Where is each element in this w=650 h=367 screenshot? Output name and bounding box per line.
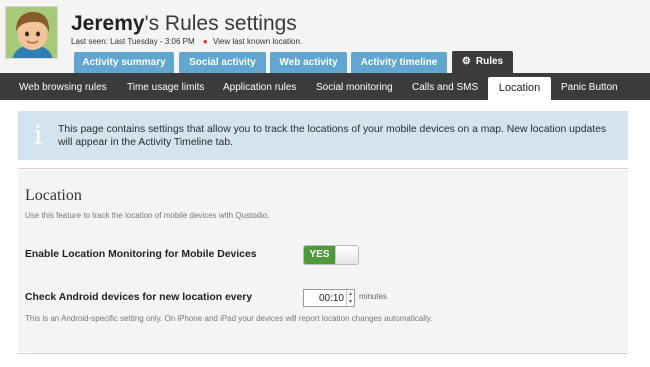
- rules-subnav: Web browsing rules Time usage limits App…: [0, 73, 650, 100]
- divider-top: [18, 168, 628, 169]
- subtab-web-browsing-rules[interactable]: Web browsing rules: [19, 73, 107, 100]
- toggle-yes-label: YES: [304, 246, 335, 264]
- view-location-link[interactable]: View last known location.: [213, 37, 302, 46]
- last-seen-text: Last seen: Last Tuesday - 3:06 PM: [71, 37, 195, 46]
- subtab-location[interactable]: Location: [488, 77, 551, 100]
- enable-location-label: Enable Location Monitoring for Mobile De…: [25, 249, 257, 260]
- info-text: This page contains settings that allow y…: [58, 124, 607, 148]
- subtab-panic-button[interactable]: Panic Button: [561, 73, 618, 100]
- gear-icon: ⚙: [461, 56, 471, 67]
- page-title: Jeremy's Rules settings: [71, 12, 297, 36]
- section-title: Location: [25, 187, 82, 204]
- child-avatar-image: [6, 7, 57, 58]
- interval-unit: minutes: [359, 292, 388, 301]
- interval-stepper: ▲ ▼: [303, 289, 355, 307]
- divider-bottom: [18, 353, 628, 354]
- tab-social-activity[interactable]: Social activity: [179, 52, 266, 73]
- tab-rules[interactable]: ⚙ Rules: [452, 51, 513, 73]
- location-section: Location Use this feature to track the l…: [18, 170, 628, 352]
- tab-web-activity[interactable]: Web activity: [270, 52, 347, 73]
- subtab-calls-and-sms[interactable]: Calls and SMS: [412, 73, 478, 100]
- tab-rules-label: Rules: [475, 56, 504, 67]
- chevron-down-icon[interactable]: ▼: [347, 298, 354, 306]
- subtab-social-monitoring[interactable]: Social monitoring: [316, 73, 393, 100]
- check-interval-label: Check Android devices for new location e…: [25, 292, 253, 303]
- section-description: Use this feature to track the location o…: [25, 211, 270, 220]
- child-name: Jeremy: [71, 12, 145, 35]
- location-monitoring-toggle[interactable]: YES: [303, 245, 359, 265]
- chevron-up-icon[interactable]: ▲: [347, 290, 354, 298]
- info-icon: i: [33, 121, 43, 151]
- info-banner: i This page contains settings that allow…: [18, 111, 628, 160]
- subtab-time-usage-limits[interactable]: Time usage limits: [127, 73, 204, 100]
- title-suffix: 's Rules settings: [144, 12, 297, 35]
- tab-activity-timeline[interactable]: Activity timeline: [351, 52, 447, 73]
- interval-input[interactable]: [304, 290, 346, 306]
- main-content: i This page contains settings that allow…: [0, 100, 650, 367]
- avatar: [5, 6, 58, 59]
- toggle-knob: [335, 246, 358, 264]
- map-pin-icon: ●: [202, 37, 208, 46]
- interval-spinner: ▲ ▼: [346, 290, 354, 306]
- android-note: This is an Android-specific setting only…: [25, 314, 433, 323]
- tab-activity-summary[interactable]: Activity summary: [74, 52, 174, 73]
- subtab-application-rules[interactable]: Application rules: [223, 73, 296, 100]
- last-seen-line: Last seen: Last Tuesday - 3:06 PM ● View…: [71, 37, 302, 46]
